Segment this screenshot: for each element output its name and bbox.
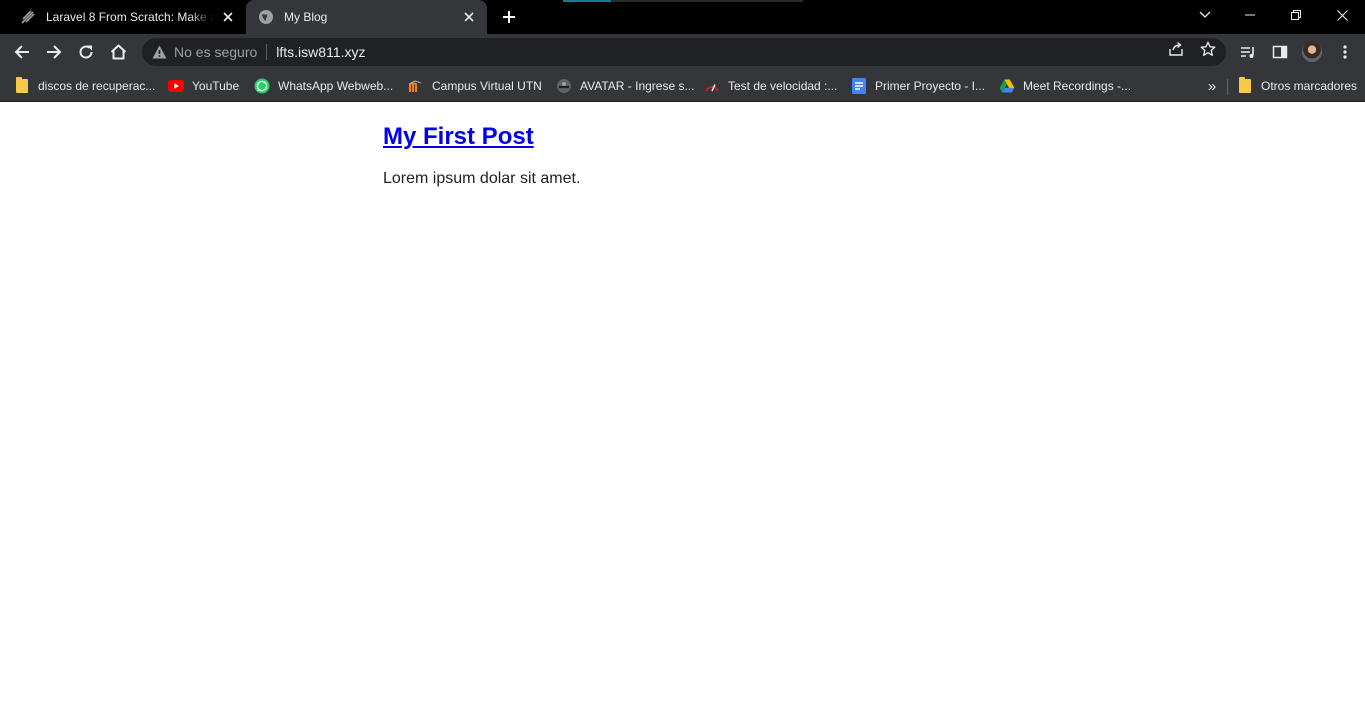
back-button[interactable] xyxy=(8,38,36,66)
youtube-icon xyxy=(168,78,184,94)
warning-icon[interactable] xyxy=(151,44,167,60)
folder-icon xyxy=(1237,77,1253,94)
moodle-icon xyxy=(408,78,424,94)
bookmark-item[interactable]: Test de velocidad :... xyxy=(704,76,837,96)
bookmark-item[interactable]: Primer Proyecto - I... xyxy=(851,76,985,96)
bookmark-item[interactable]: AVATAR - Ingrese s... xyxy=(556,76,694,96)
restore-icon xyxy=(1291,10,1301,20)
restore-button[interactable] xyxy=(1273,0,1319,30)
bookmark-item[interactable]: discos de recuperac... xyxy=(14,76,155,96)
tab-title: Laravel 8 From Scratch: Make a P xyxy=(46,10,214,24)
queue-music-icon xyxy=(1241,47,1254,58)
bookmark-label: discos de recuperac... xyxy=(38,79,156,93)
address-separator xyxy=(266,44,268,60)
bookmark-item[interactable]: Campus Virtual UTN xyxy=(408,76,542,96)
home-button[interactable] xyxy=(104,38,132,66)
tab-laravel[interactable]: Laravel 8 From Scratch: Make a P xyxy=(8,0,246,34)
profile-avatar[interactable] xyxy=(1302,42,1322,62)
bookmark-label: Otros marcadores xyxy=(1261,79,1358,93)
arrow-left-icon xyxy=(14,45,29,59)
tab-search-button[interactable] xyxy=(1182,0,1228,30)
other-bookmarks-folder[interactable]: Otros marcadores xyxy=(1237,76,1357,96)
bookmark-label: Meet Recordings -... xyxy=(1023,79,1132,93)
reload-icon xyxy=(79,45,93,59)
menu-button[interactable] xyxy=(1331,38,1359,66)
close-icon xyxy=(1336,9,1348,21)
security-status-label[interactable]: No es seguro xyxy=(174,44,257,60)
folder-icon xyxy=(14,77,30,94)
speedometer-icon xyxy=(704,78,720,94)
globe-icon xyxy=(258,9,274,25)
bookmark-item[interactable]: YouTube xyxy=(168,76,239,96)
share-icon[interactable] xyxy=(1167,40,1185,58)
avatar-site-icon xyxy=(556,78,572,94)
bookmark-label: Campus Virtual UTN xyxy=(432,79,542,93)
bookmarks-bar: discos de recuperac... YouTube WhatsApp … xyxy=(0,70,1365,102)
tab-strip: Laravel 8 From Scratch: Make a P My Blog xyxy=(0,0,1365,34)
arrow-right-icon xyxy=(47,45,62,59)
bookmarks-separator xyxy=(1227,79,1228,95)
plus-icon xyxy=(503,11,515,23)
close-window-button[interactable] xyxy=(1319,0,1365,30)
page-viewport: My First Post Lorem ipsum dolar sit amet… xyxy=(0,103,1365,728)
tab-title: My Blog xyxy=(284,10,328,24)
side-panel-button[interactable] xyxy=(1266,38,1294,66)
media-controls-button[interactable] xyxy=(1234,38,1262,66)
laracasts-icon xyxy=(20,9,36,25)
tab-my-blog[interactable]: My Blog xyxy=(246,0,487,34)
minimize-button[interactable] xyxy=(1227,0,1273,30)
google-docs-icon xyxy=(851,78,867,94)
url-text[interactable]: lfts.isw811.xyz xyxy=(276,44,365,60)
side-panel-icon xyxy=(1272,45,1288,59)
bookmark-item[interactable]: WhatsApp Webweb... xyxy=(254,76,393,96)
post-body: Lorem ipsum dolar sit amet. xyxy=(383,170,581,187)
chevron-down-icon xyxy=(1199,11,1211,18)
more-vert-icon xyxy=(1343,45,1347,59)
post-title-link[interactable]: My First Post xyxy=(383,123,534,150)
bookmark-label: Primer Proyecto - I... xyxy=(875,79,986,93)
home-icon xyxy=(110,44,126,60)
bookmark-item[interactable]: Meet Recordings -... xyxy=(999,76,1131,96)
bookmarks-overflow-button[interactable]: » xyxy=(1204,76,1220,96)
loading-indicator xyxy=(563,0,803,2)
address-bar[interactable]: No es seguro lfts.isw811.xyz xyxy=(142,38,1226,66)
google-drive-icon xyxy=(999,78,1015,94)
bookmark-label: AVATAR - Ingrese s... xyxy=(580,79,695,93)
post-title: My First Post xyxy=(383,123,983,151)
bookmark-label: YouTube xyxy=(192,79,240,93)
minimize-icon xyxy=(1245,14,1255,16)
blog-post: My First Post Lorem ipsum dolar sit amet… xyxy=(383,123,983,188)
reload-button[interactable] xyxy=(72,38,100,66)
forward-button[interactable] xyxy=(40,38,68,66)
whatsapp-icon xyxy=(254,78,270,94)
browser-toolbar: No es seguro lfts.isw811.xyz xyxy=(0,34,1365,70)
close-tab-icon[interactable] xyxy=(461,9,477,25)
close-tab-icon[interactable] xyxy=(220,9,236,25)
bookmark-label: WhatsApp Webweb... xyxy=(278,79,394,93)
new-tab-button[interactable] xyxy=(499,7,519,27)
bookmark-star-icon[interactable] xyxy=(1199,40,1217,58)
bookmark-label: Test de velocidad :... xyxy=(728,79,838,93)
